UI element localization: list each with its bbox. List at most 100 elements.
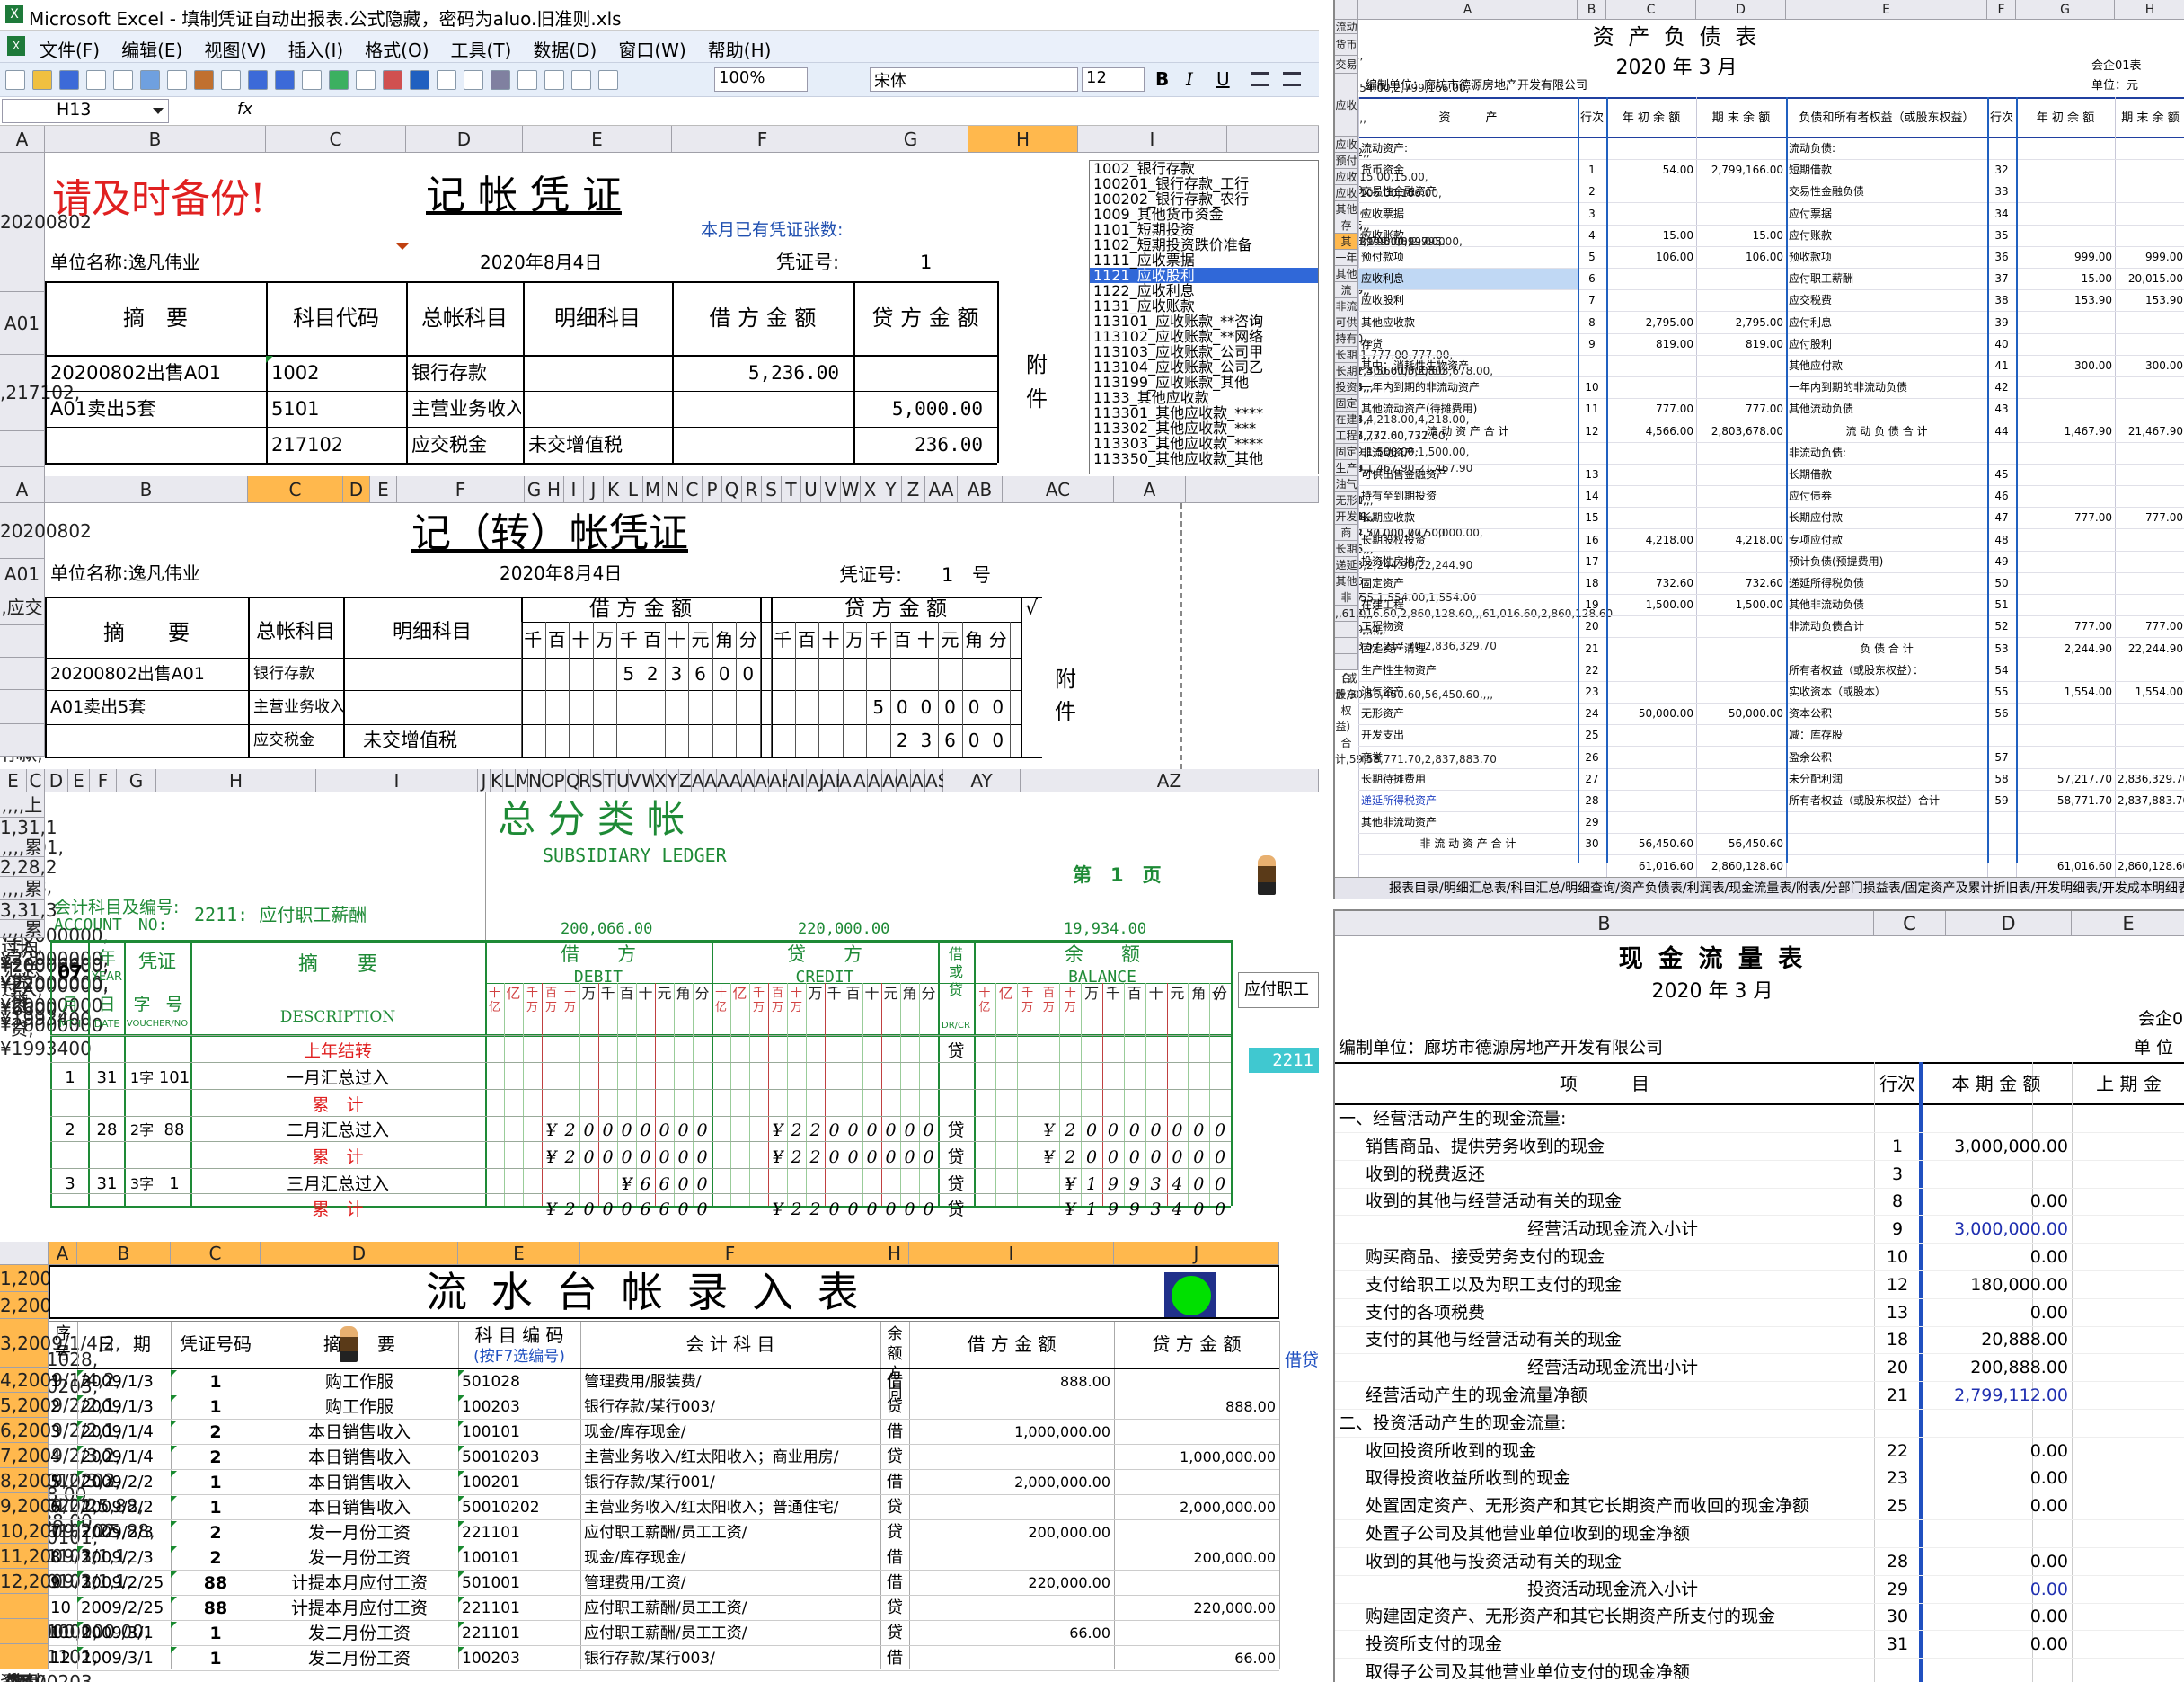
zoom-box[interactable]: 100% (714, 67, 808, 92)
toolbar-icon[interactable] (59, 70, 79, 90)
column-header[interactable]: U (801, 476, 821, 503)
row-header[interactable]: 20200802出售A01,1002,银行存款,,5,236.00, (0, 153, 92, 372)
row-header[interactable]: 生产性生物资产,22,,,所有者权益（或股东权益）：,54,, (1335, 460, 1386, 636)
column-header[interactable]: AR (911, 769, 936, 792)
list-item[interactable]: 1133_其他应收款 (1090, 390, 1318, 405)
toolbar-icon[interactable] (356, 70, 376, 90)
column-header[interactable]: C (1606, 0, 1696, 20)
column-header[interactable]: F (580, 1242, 880, 1265)
toolbar-icon[interactable] (275, 70, 295, 90)
tab-list[interactable]: 报表目录/明细汇总表/科目汇总/明细查询/资产负债表/利润表/现金流量表/附表/… (1389, 881, 2184, 896)
size-box[interactable]: 12 (1082, 67, 1145, 92)
row-header[interactable]: 应收账款,4,15.00,15.00,应付账款,35,, (1335, 137, 1428, 232)
column-header[interactable]: AY (943, 769, 1021, 792)
column-header[interactable]: P (553, 769, 566, 792)
toolbar-icon[interactable] (86, 70, 106, 90)
row-header[interactable]: 1,31,1字,101,一月汇总过入,,,, (0, 818, 64, 936)
list-item[interactable]: 113101_应收账款_**咨询 (1090, 314, 1318, 329)
column-header[interactable]: I (316, 769, 478, 792)
column-header[interactable]: AE (897, 769, 920, 792)
toolbar-icon[interactable] (302, 70, 322, 90)
column-header[interactable]: B (45, 126, 266, 153)
row-header[interactable]: 应收票据,3,,,应付票据,34,, (1335, 74, 1370, 426)
font-box[interactable]: 宋体 (870, 67, 1078, 92)
row-header[interactable]: 在建工程,19,1,500.00,1,500.00,其他非流动负债,51,, (1335, 412, 1469, 523)
column-header[interactable]: E (458, 1242, 580, 1265)
menu-item[interactable]: 视图(V) (204, 36, 266, 62)
row-header[interactable]: 一年内到期的非流动资产,10,,,一年内到期的非流动负债,42,, (1335, 250, 1374, 442)
row-header[interactable]: 应收利息,6,,,应付职工薪酬,37,15.00,20,015.00 (1335, 169, 1455, 280)
column-header[interactable]: A (1358, 0, 1578, 20)
column-header[interactable]: W (641, 769, 659, 792)
column-header[interactable]: L (623, 476, 643, 503)
row-header[interactable]: 8,2009/2/3,2,发一月份工资,100101,现金/库存现金/,借,,2… (0, 1468, 120, 1682)
row-header[interactable] (0, 690, 45, 724)
column-header[interactable]: O (541, 769, 555, 792)
menu-item[interactable]: 文件(F) (40, 36, 100, 62)
row-header[interactable]: 其中：消耗性生物资产,,,,其他应付款,41,300.00,300.00 (1335, 234, 1446, 377)
column-header[interactable]: J (478, 769, 491, 792)
toolbar-icon[interactable] (113, 70, 133, 90)
column-header[interactable]: R (579, 769, 591, 792)
column-header[interactable]: I (909, 1242, 1114, 1265)
column-header[interactable]: AE (729, 769, 753, 792)
column-header[interactable]: A (0, 126, 45, 153)
row-header[interactable] (0, 1619, 49, 1644)
toolbar-icon[interactable] (464, 70, 483, 90)
row-header[interactable]: 3,2009/1/4,2,本日销售收入,100101,现金/库存现金/,借,1,… (0, 1319, 120, 1682)
column-header[interactable]: C (248, 476, 343, 503)
list-item[interactable]: 1121_应收股利 (1090, 268, 1318, 283)
column-header[interactable]: D (1946, 911, 2072, 936)
column-header[interactable]: A (0, 476, 45, 503)
toolbar-icon[interactable] (167, 70, 187, 90)
column-header[interactable]: M (643, 476, 663, 503)
column-header[interactable]: AF (742, 769, 765, 792)
row-header[interactable] (1335, 654, 1358, 670)
row-header[interactable]: 10,2009/2/25,88,计提本月应付工资,221101,应付职工薪酬/员… (0, 1518, 155, 1682)
row-header[interactable] (0, 1644, 49, 1669)
row-header[interactable]: 其他流动资产(待摊费用),11,777.00,777.00,其他流动负债,43,… (1335, 266, 1453, 426)
column-header[interactable]: D (261, 1242, 458, 1265)
toolbar-icon[interactable] (410, 70, 429, 90)
column-header[interactable]: H (544, 476, 564, 503)
menu-item[interactable]: 工具(T) (451, 36, 512, 62)
row-header[interactable]: 流动资产:,,,,流动负债:,,, (1335, 20, 1363, 105)
column-header[interactable]: AI (787, 769, 807, 792)
column-header[interactable]: V (821, 476, 841, 503)
row-header[interactable]: 9,2009/2/25,88,计提本月应付工资,501001,管理费用/工资/,… (0, 1493, 144, 1682)
column-header[interactable]: H (156, 769, 316, 792)
row-header[interactable]: A01卖出5套,主营业务收入, (0, 559, 45, 738)
column-header[interactable]: G (525, 476, 544, 503)
row-header[interactable]: 11,2009/3/1,1,发二月份工资,221101,应付职工薪酬/员工工资/… (0, 1544, 132, 1682)
menu-item[interactable]: 帮助(H) (708, 36, 772, 62)
toolbar-icon[interactable] (221, 70, 241, 90)
column-header[interactable]: E (370, 476, 397, 503)
row-header[interactable]: ,应交税金,未交增值税 (0, 589, 45, 762)
column-header[interactable]: F (672, 126, 853, 153)
column-header[interactable]: S (591, 769, 604, 792)
row-header[interactable]: 7,2009/2/3,2,发一月份工资,221101,应付职工薪酬/员工工资/,… (0, 1443, 120, 1682)
row-header[interactable] (0, 467, 45, 476)
column-header[interactable] (1227, 126, 1319, 153)
column-header[interactable]: E (523, 126, 672, 153)
column-header[interactable]: I (564, 476, 584, 503)
column-header[interactable]: AS (925, 769, 949, 792)
list-item[interactable]: 113350_其他应收款_其他 (1090, 451, 1318, 466)
toolbar-icon[interactable] (598, 70, 618, 90)
column-header[interactable]: Q (722, 476, 742, 503)
toolbar-icon[interactable] (329, 70, 349, 90)
toolbar-icon[interactable] (544, 70, 564, 90)
row-header[interactable] (0, 625, 45, 658)
column-header[interactable]: T (604, 769, 616, 792)
row-header[interactable] (0, 658, 45, 690)
column-header[interactable]: L (503, 769, 516, 792)
menu-item[interactable]: 数据(D) (533, 36, 597, 62)
row-header[interactable]: 20200802出售A01,银行存款, (0, 503, 92, 765)
row-header[interactable] (0, 1594, 49, 1619)
row-header[interactable]: ,,,,累 计,¥20006600,¥22000000,贷,¥1993400 (0, 920, 109, 1028)
column-header[interactable]: D (343, 476, 370, 503)
column-header[interactable]: AN (868, 769, 894, 792)
list-item[interactable]: 1111_应收票据 (1090, 252, 1318, 268)
menu-item[interactable]: 格式(O) (365, 36, 429, 62)
column-header[interactable]: F (90, 769, 117, 792)
